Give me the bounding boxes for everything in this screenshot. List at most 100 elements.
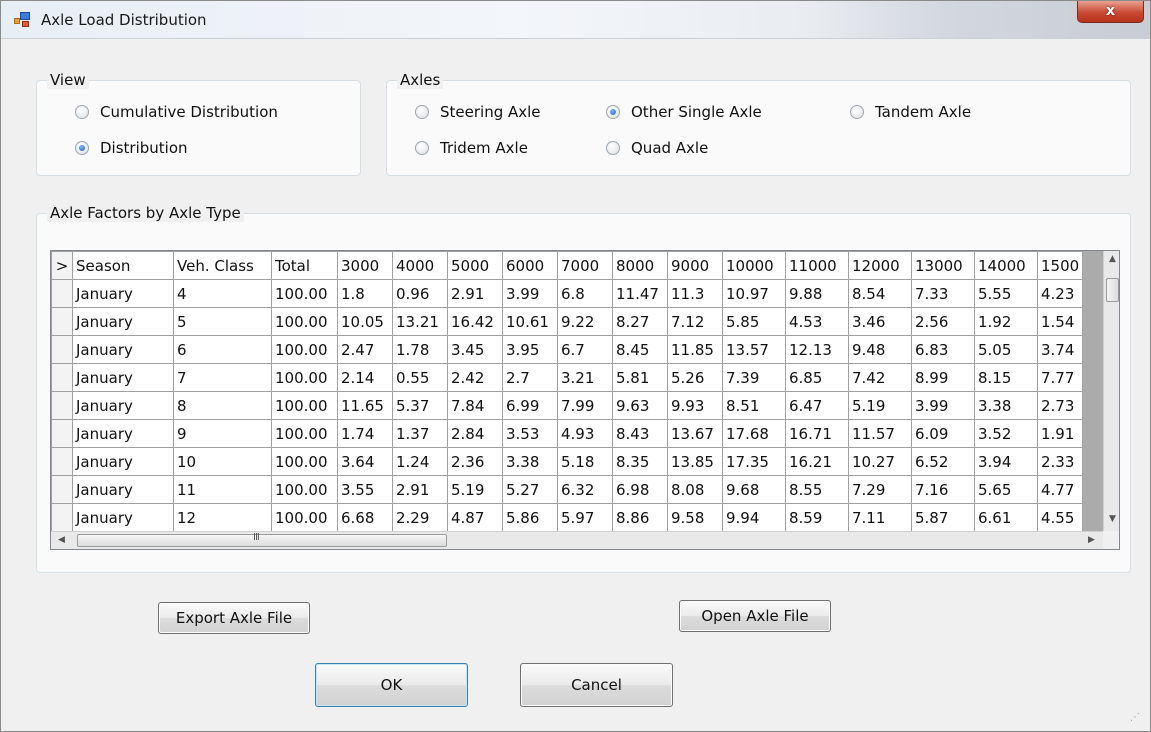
table-cell[interactable]: 5.19 bbox=[848, 391, 912, 420]
table-cell[interactable]: 1.92 bbox=[974, 307, 1038, 336]
table-cell[interactable]: 17.68 bbox=[722, 419, 786, 448]
table-cell[interactable]: 6.52 bbox=[911, 447, 975, 476]
vertical-scroll-thumb[interactable] bbox=[1106, 278, 1119, 302]
table-cell[interactable]: 7 bbox=[173, 363, 272, 392]
row-header-corner[interactable]: > bbox=[51, 251, 73, 280]
table-cell[interactable]: 9.58 bbox=[667, 503, 723, 532]
table-cell[interactable]: 5.65 bbox=[974, 475, 1038, 504]
table-cell[interactable]: 3.99 bbox=[911, 391, 975, 420]
table-cell[interactable]: 1.91 bbox=[1036, 419, 1084, 448]
table-cell[interactable]: 5 bbox=[173, 307, 272, 336]
column-header[interactable]: 3000 bbox=[337, 251, 393, 280]
column-header[interactable]: 8000 bbox=[612, 251, 668, 280]
table-cell[interactable]: 3.64 bbox=[337, 447, 393, 476]
scroll-left-icon[interactable]: ◀ bbox=[53, 532, 70, 549]
table-cell[interactable]: 10 bbox=[173, 447, 272, 476]
table-cell[interactable]: 100.00 bbox=[271, 419, 338, 448]
scroll-right-icon[interactable]: ▶ bbox=[1083, 532, 1100, 549]
table-cell[interactable]: January bbox=[72, 307, 174, 336]
column-header[interactable]: Veh. Class bbox=[173, 251, 272, 280]
table-cell[interactable]: 3.94 bbox=[974, 447, 1038, 476]
close-button[interactable]: x bbox=[1077, 1, 1144, 23]
table-cell[interactable]: 2.73 bbox=[1036, 391, 1084, 420]
table-cell[interactable]: 6.09 bbox=[911, 419, 975, 448]
table-cell[interactable]: 7.99 bbox=[557, 391, 613, 420]
table-row[interactable]: January 11 100.00 3.55 2.91 5.19 5.27 6.32 6.98 8… bbox=[51, 475, 1084, 504]
column-header[interactable]: 5000 bbox=[447, 251, 503, 280]
table-cell[interactable]: 8.86 bbox=[612, 503, 668, 532]
table-cell[interactable]: 17.35 bbox=[722, 447, 786, 476]
cancel-button[interactable]: Cancel bbox=[520, 663, 673, 707]
table-cell[interactable]: 5.81 bbox=[612, 363, 668, 392]
table-cell[interactable]: 5.19 bbox=[447, 475, 503, 504]
table-cell[interactable]: 8.99 bbox=[911, 363, 975, 392]
table-cell[interactable]: 3.45 bbox=[447, 335, 503, 364]
table-cell[interactable]: 1.74 bbox=[337, 419, 393, 448]
table-cell[interactable]: 4.23 bbox=[1036, 279, 1084, 308]
table-cell[interactable]: 2.33 bbox=[1036, 447, 1084, 476]
table-cell[interactable]: 100.00 bbox=[271, 335, 338, 364]
table-cell[interactable]: 10.27 bbox=[848, 447, 912, 476]
table-cell[interactable]: 9.68 bbox=[722, 475, 786, 504]
table-cell[interactable]: 16.71 bbox=[785, 419, 849, 448]
table-cell[interactable]: 6.68 bbox=[337, 503, 393, 532]
table-cell[interactable]: 8.54 bbox=[848, 279, 912, 308]
table-cell[interactable]: 3.99 bbox=[502, 279, 558, 308]
ok-button[interactable]: OK bbox=[315, 663, 468, 707]
horizontal-scrollbar[interactable]: ◀ III ▶ bbox=[51, 531, 1103, 549]
radio-cumulative-distribution[interactable]: Cumulative Distribution bbox=[75, 103, 278, 121]
table-cell[interactable]: 5.27 bbox=[502, 475, 558, 504]
table-cell[interactable]: 6.83 bbox=[911, 335, 975, 364]
column-header[interactable]: Season bbox=[72, 251, 174, 280]
row-header[interactable] bbox=[51, 335, 73, 364]
title-bar[interactable]: Axle Load Distribution x bbox=[1, 1, 1150, 39]
table-cell[interactable]: 2.91 bbox=[447, 279, 503, 308]
table-cell[interactable]: 0.55 bbox=[392, 363, 448, 392]
table-cell[interactable]: 7.12 bbox=[667, 307, 723, 336]
table-cell[interactable]: 6 bbox=[173, 335, 272, 364]
column-header[interactable]: 4000 bbox=[392, 251, 448, 280]
table-cell[interactable]: 4.55 bbox=[1036, 503, 1084, 532]
table-cell[interactable]: 7.39 bbox=[722, 363, 786, 392]
table-cell[interactable]: 3.74 bbox=[1036, 335, 1084, 364]
open-axle-file-button[interactable]: Open Axle File bbox=[679, 600, 831, 632]
table-cell[interactable]: 3.95 bbox=[502, 335, 558, 364]
table-cell[interactable]: 2.47 bbox=[337, 335, 393, 364]
table-cell[interactable]: 9.22 bbox=[557, 307, 613, 336]
table-cell[interactable]: 6.61 bbox=[974, 503, 1038, 532]
table-cell[interactable]: 9.88 bbox=[785, 279, 849, 308]
table-cell[interactable]: 5.55 bbox=[974, 279, 1038, 308]
table-cell[interactable]: 11.65 bbox=[337, 391, 393, 420]
table-cell[interactable]: 8.59 bbox=[785, 503, 849, 532]
table-cell[interactable]: 11.57 bbox=[848, 419, 912, 448]
table-cell[interactable]: 7.16 bbox=[911, 475, 975, 504]
vertical-scrollbar[interactable]: ▲ ▼ bbox=[1103, 251, 1119, 531]
table-row[interactable]: January 9 100.00 1.74 1.37 2.84 3.53 4.93 8.43 13… bbox=[51, 419, 1084, 448]
radio-tridem-axle[interactable]: Tridem Axle bbox=[415, 139, 528, 157]
table-cell[interactable]: 1.54 bbox=[1036, 307, 1084, 336]
table-cell[interactable]: 3.46 bbox=[848, 307, 912, 336]
radio-quad-axle[interactable]: Quad Axle bbox=[606, 139, 708, 157]
table-cell[interactable]: 2.91 bbox=[392, 475, 448, 504]
table-cell[interactable]: 1.37 bbox=[392, 419, 448, 448]
table-cell[interactable]: 9.63 bbox=[612, 391, 668, 420]
table-row[interactable]: January 5 100.00 10.05 13.21 16.42 10.61 9.22 8.… bbox=[51, 307, 1084, 336]
row-header[interactable] bbox=[51, 475, 73, 504]
table-cell[interactable]: 7.29 bbox=[848, 475, 912, 504]
table-cell[interactable]: 4.87 bbox=[447, 503, 503, 532]
table-cell[interactable]: January bbox=[72, 363, 174, 392]
table-cell[interactable]: 100.00 bbox=[271, 503, 338, 532]
table-cell[interactable]: 7.84 bbox=[447, 391, 503, 420]
table-cell[interactable]: 8.45 bbox=[612, 335, 668, 364]
table-cell[interactable]: 100.00 bbox=[271, 475, 338, 504]
row-header[interactable] bbox=[51, 391, 73, 420]
column-header[interactable]: 11000 bbox=[785, 251, 849, 280]
table-cell[interactable]: 10.97 bbox=[722, 279, 786, 308]
table-cell[interactable]: 2.36 bbox=[447, 447, 503, 476]
table-cell[interactable]: 2.42 bbox=[447, 363, 503, 392]
table-cell[interactable]: 4.93 bbox=[557, 419, 613, 448]
scroll-up-icon[interactable]: ▲ bbox=[1104, 251, 1119, 268]
table-cell[interactable]: 8.55 bbox=[785, 475, 849, 504]
resize-grip-icon[interactable]: ⋰ bbox=[1130, 712, 1140, 723]
table-cell[interactable]: 12.13 bbox=[785, 335, 849, 364]
